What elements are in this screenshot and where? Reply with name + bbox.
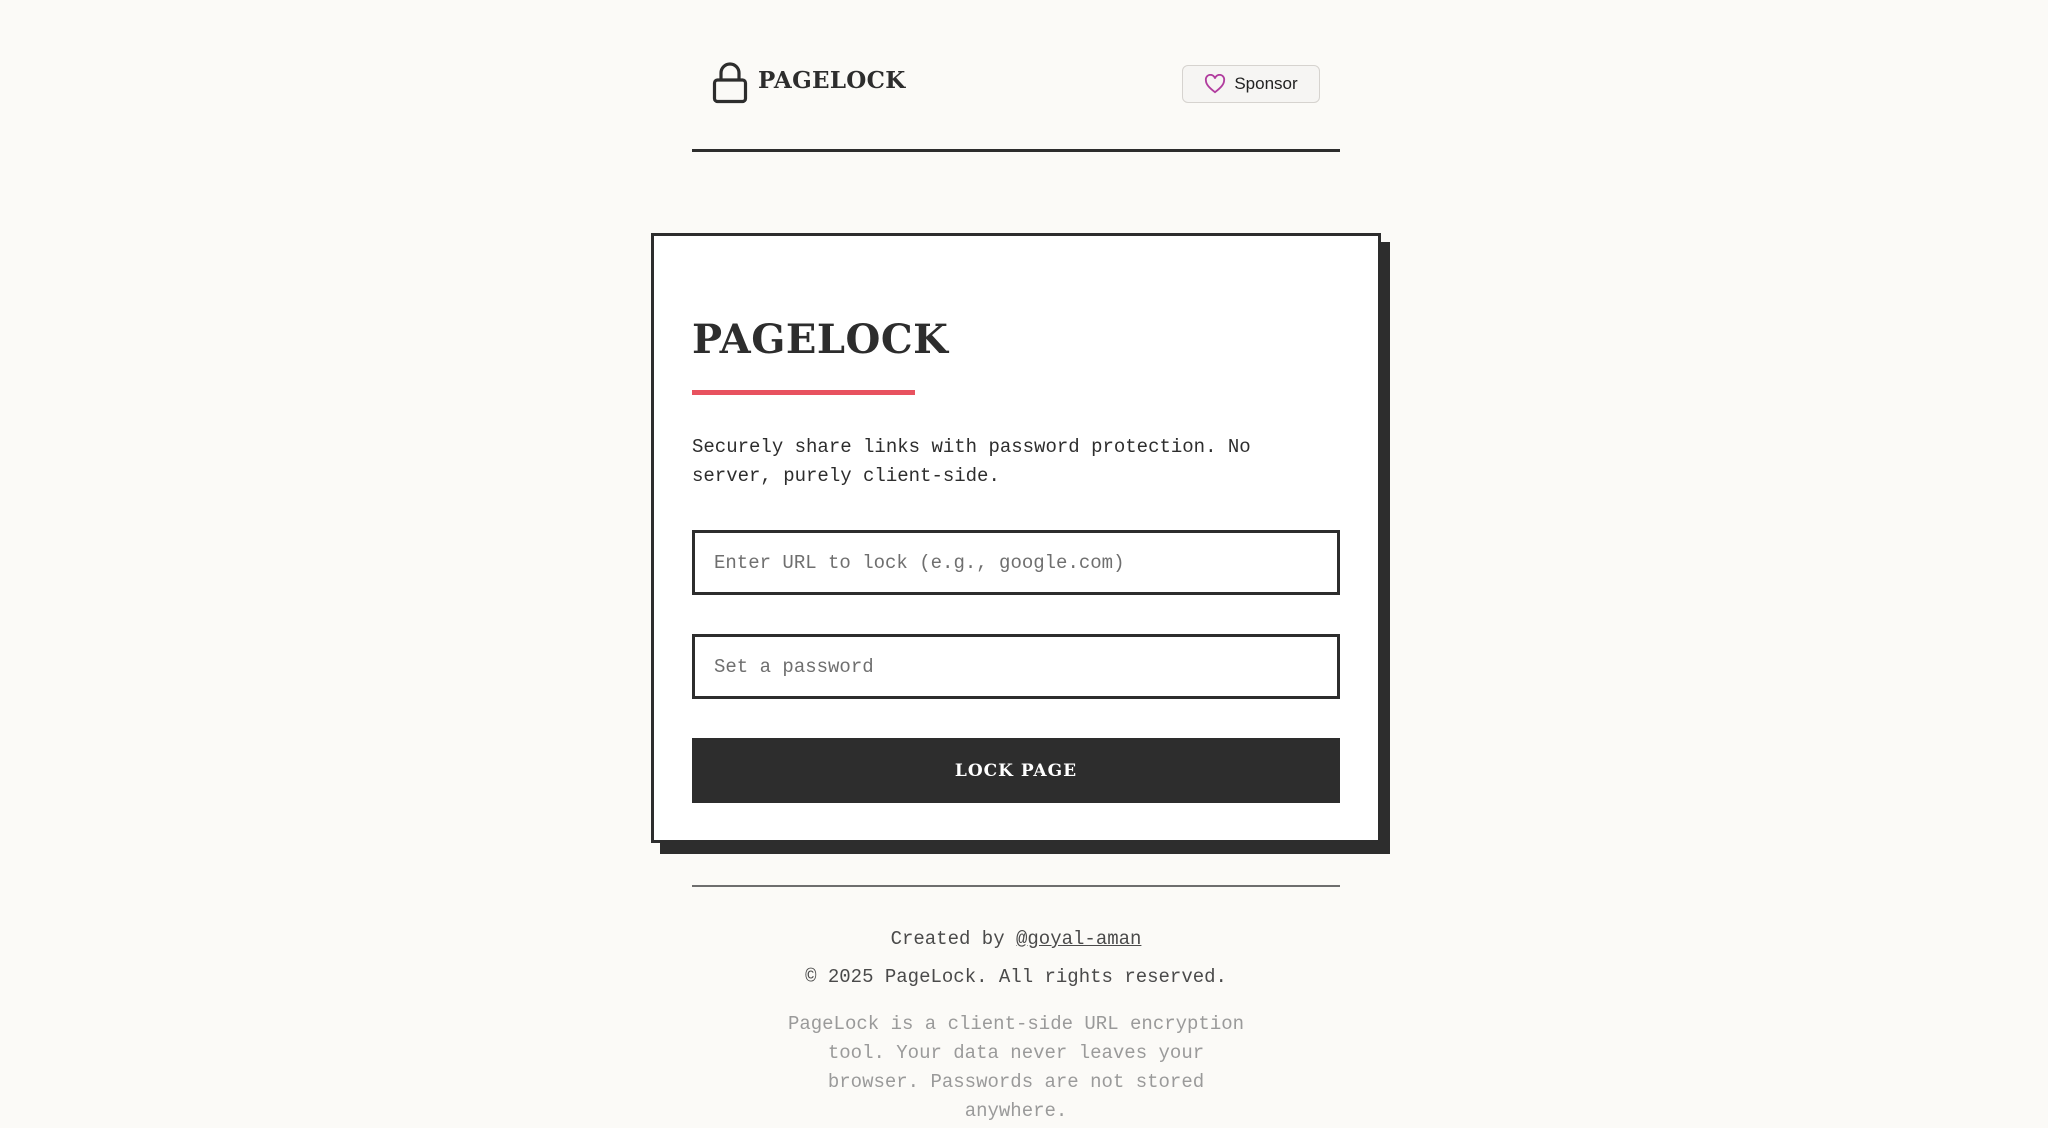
sponsor-label: Sponsor — [1234, 74, 1298, 93]
created-by-label: Created by — [890, 928, 1016, 950]
author-link[interactable]: @goyal-aman — [1016, 928, 1141, 950]
header-divider — [692, 149, 1340, 152]
site-footer: Created by @goyal-aman © 2025 PageLock. … — [692, 924, 1340, 1126]
lock-icon — [712, 62, 748, 104]
heart-icon — [1205, 74, 1226, 94]
site-header: PAGELOCK Sponsor — [692, 0, 1340, 152]
brand-name: PAGELOCK — [758, 66, 906, 94]
disclaimer-text: PageLock is a client-side URL encryption… — [787, 1013, 1245, 1122]
url-input[interactable] — [692, 530, 1340, 595]
brand-logo[interactable]: PAGELOCK — [712, 62, 906, 104]
lock-form-card: PAGELOCK Securely share links with passw… — [651, 233, 1381, 843]
card-description: Securely share links with password prote… — [692, 436, 1251, 487]
card-title: PAGELOCK — [692, 316, 949, 363]
sponsor-button[interactable]: Sponsor — [1182, 65, 1320, 103]
title-underline — [692, 390, 915, 395]
lock-page-button[interactable]: LOCK PAGE — [692, 738, 1340, 803]
footer-divider — [692, 885, 1340, 887]
password-input[interactable] — [692, 634, 1340, 699]
copyright-text: © 2025 PageLock. All rights reserved. — [805, 966, 1227, 988]
created-by-line: Created by @goyal-aman — [692, 924, 1340, 954]
